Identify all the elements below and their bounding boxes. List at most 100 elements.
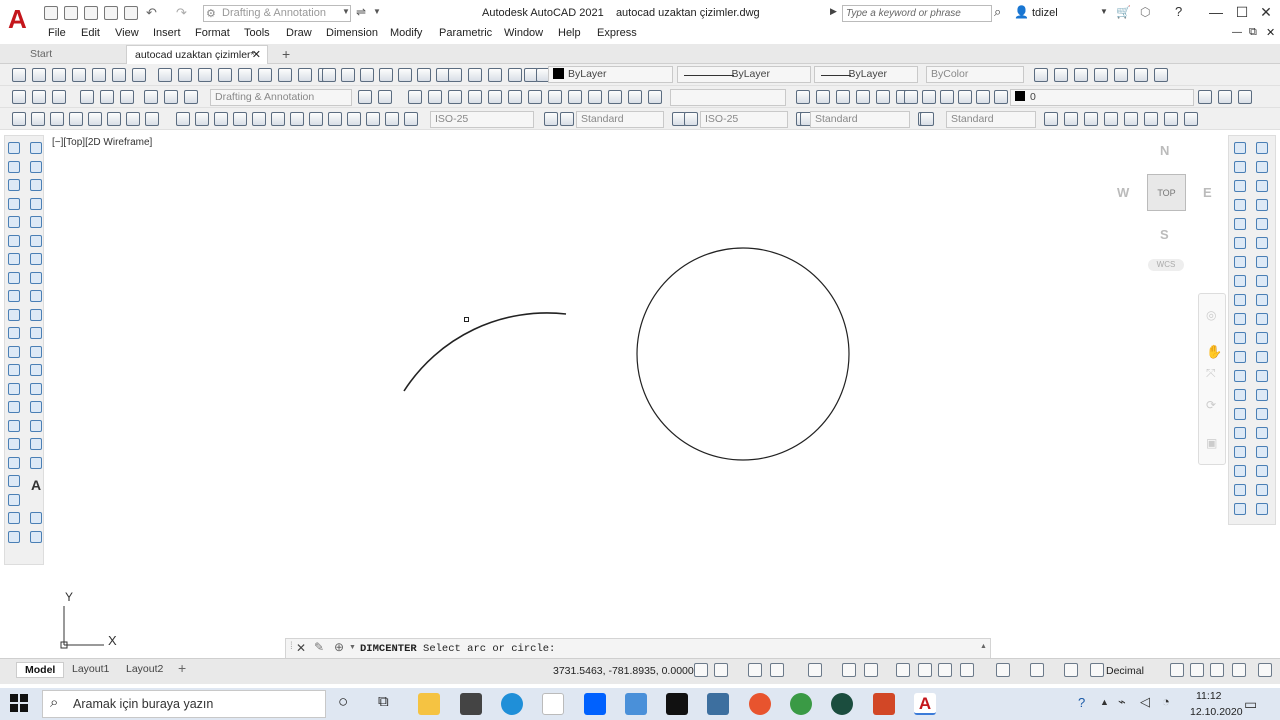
store-icon[interactable] bbox=[460, 693, 482, 715]
modify-tool-icon-1-11[interactable] bbox=[1256, 332, 1268, 344]
status-toggle-icon-15[interactable] bbox=[1090, 663, 1104, 677]
draw-tool-icon-0-2[interactable] bbox=[8, 160, 20, 173]
coordinates-readout[interactable]: 3731.5463, -781.8935, 0.0000 bbox=[553, 665, 694, 677]
draw-tool-icon-0-10[interactable] bbox=[8, 308, 20, 321]
steering-wheel-icon[interactable]: ◎ bbox=[1206, 308, 1216, 322]
draw-tool-icon-0-22[interactable] bbox=[8, 530, 20, 543]
viewcube-top-face[interactable]: TOP bbox=[1147, 174, 1186, 211]
draw-tool-icon-1-12[interactable] bbox=[30, 345, 42, 358]
viewcube[interactable]: N W E S TOP WCS bbox=[1110, 140, 1222, 275]
modify-tool-icon-0-14[interactable] bbox=[1234, 389, 1246, 401]
modify-tool-icon-0-2[interactable] bbox=[1234, 161, 1246, 173]
tab-layout2[interactable]: Layout2 bbox=[118, 662, 171, 676]
status-toggle-icon-2[interactable] bbox=[714, 663, 728, 677]
modify-tool-icon-0-16[interactable] bbox=[1234, 427, 1246, 439]
status-toggle-icon-10[interactable] bbox=[938, 663, 952, 677]
viewcube-east[interactable]: E bbox=[1203, 185, 1212, 200]
draw-tool-icon-0-1[interactable] bbox=[8, 142, 20, 154]
clock-date[interactable]: 12.10.2020 bbox=[1190, 706, 1243, 718]
wcs-menu[interactable]: WCS bbox=[1148, 259, 1184, 271]
draw-tool-icon-1-9[interactable] bbox=[30, 290, 42, 302]
volume-icon[interactable]: ◁ bbox=[1140, 694, 1150, 710]
close-command-icon[interactable]: ✕ bbox=[296, 641, 306, 655]
modify-tool-icon-1-20[interactable] bbox=[1256, 503, 1268, 515]
viewcube-west[interactable]: W bbox=[1117, 185, 1129, 200]
modify-tool-icon-0-6[interactable] bbox=[1234, 237, 1246, 249]
modify-tool-icon-0-8[interactable] bbox=[1234, 275, 1246, 287]
draw-tool-icon-0-8[interactable] bbox=[8, 271, 20, 284]
autocad-taskbar-icon[interactable]: A bbox=[914, 693, 936, 715]
draw-tool-icon-1-14[interactable] bbox=[30, 382, 42, 395]
draw-tool-icon-1-10[interactable] bbox=[30, 308, 42, 321]
command-history-icon[interactable]: ▲ bbox=[980, 643, 987, 650]
network-icon[interactable]: ⌁ bbox=[1118, 694, 1126, 710]
modify-tool-icon-1-2[interactable] bbox=[1256, 161, 1268, 173]
status-toggle-icon-9[interactable] bbox=[918, 663, 932, 677]
grip-handle-icon[interactable]: ⁞ bbox=[290, 641, 293, 652]
help-tray-icon[interactable]: ? bbox=[1078, 695, 1085, 710]
draw-tool-icon-0-12[interactable] bbox=[8, 345, 20, 358]
modify-tool-icon-1-10[interactable] bbox=[1256, 313, 1268, 325]
cortana-icon[interactable]: ○ bbox=[338, 692, 348, 712]
draw-tool-icon-0-9[interactable] bbox=[8, 290, 20, 302]
add-layout-icon[interactable]: + bbox=[178, 660, 186, 676]
modify-tool-icon-1-12[interactable] bbox=[1256, 351, 1268, 363]
orbit-icon[interactable]: ⟳ bbox=[1206, 398, 1216, 412]
draw-tool-icon-0-14[interactable] bbox=[8, 382, 20, 395]
clock-time[interactable]: 11:12 bbox=[1196, 690, 1222, 702]
pan-icon[interactable]: ✋ bbox=[1206, 344, 1222, 360]
modify-tool-icon-0-4[interactable] bbox=[1234, 199, 1246, 211]
status-toggle-icon-20[interactable] bbox=[1258, 663, 1272, 677]
firefox-icon[interactable] bbox=[749, 693, 771, 715]
units-select[interactable]: Decimal bbox=[1106, 665, 1144, 677]
recent-commands-dropdown-icon[interactable]: ▼ bbox=[349, 644, 356, 651]
chrome-icon[interactable] bbox=[790, 693, 812, 715]
file-explorer-icon[interactable] bbox=[418, 693, 440, 715]
circle-entity[interactable] bbox=[636, 247, 850, 461]
status-toggle-icon-18[interactable] bbox=[1210, 663, 1224, 677]
status-toggle-icon-4[interactable] bbox=[770, 663, 784, 677]
amazon-icon[interactable] bbox=[542, 693, 564, 715]
tab-model[interactable]: Model bbox=[16, 662, 65, 678]
modify-tool-icon-0-10[interactable] bbox=[1234, 313, 1246, 325]
dropbox-icon[interactable] bbox=[584, 693, 606, 715]
draw-tool-icon-1-15[interactable] bbox=[30, 401, 42, 413]
modify-tool-icon-1-6[interactable] bbox=[1256, 237, 1268, 249]
calculator-icon[interactable] bbox=[707, 693, 729, 715]
status-toggle-icon-12[interactable] bbox=[996, 663, 1010, 677]
modify-tool-icon-0-5[interactable] bbox=[1234, 218, 1246, 230]
modify-tool-icon-1-3[interactable] bbox=[1256, 180, 1268, 192]
status-toggle-icon-13[interactable] bbox=[1030, 663, 1044, 677]
task-view-icon[interactable]: ⧉ bbox=[378, 693, 389, 710]
draw-tool-icon-0-19[interactable] bbox=[8, 475, 20, 487]
modify-tool-icon-1-7[interactable] bbox=[1256, 256, 1268, 268]
showmotion-icon[interactable]: ▣ bbox=[1206, 436, 1217, 450]
modify-tool-icon-1-18[interactable] bbox=[1256, 465, 1268, 477]
draw-tool-icon-0-4[interactable] bbox=[8, 197, 20, 210]
draw-tool-icon-1-7[interactable] bbox=[30, 253, 42, 265]
wifi-icon[interactable]: ◔ bbox=[1162, 694, 1170, 709]
draw-tool-icon-1-2[interactable] bbox=[30, 160, 42, 173]
modify-tool-icon-1-16[interactable] bbox=[1256, 427, 1268, 439]
draw-tool-icon-0-5[interactable] bbox=[8, 216, 20, 228]
draw-tool-icon-1-18[interactable] bbox=[30, 456, 42, 469]
draw-tool-icon-0-17[interactable] bbox=[8, 438, 20, 450]
netflix-icon[interactable] bbox=[666, 693, 688, 715]
status-toggle-icon-3[interactable] bbox=[748, 663, 762, 677]
modify-tool-icon-1-19[interactable] bbox=[1256, 484, 1268, 496]
modify-tool-icon-0-9[interactable] bbox=[1234, 294, 1246, 306]
upwork-icon[interactable] bbox=[831, 693, 853, 715]
modify-tool-icon-0-1[interactable] bbox=[1234, 142, 1246, 154]
draw-tool-icon-0-16[interactable] bbox=[8, 419, 20, 432]
status-toggle-icon-1[interactable] bbox=[694, 663, 708, 677]
draw-tool-icon-1-17[interactable] bbox=[30, 438, 42, 450]
draw-tool-icon-1-8[interactable] bbox=[30, 271, 42, 284]
modify-tool-icon-1-1[interactable] bbox=[1256, 142, 1268, 154]
modify-tool-icon-0-20[interactable] bbox=[1234, 503, 1246, 515]
draw-tool-icon-1-13[interactable] bbox=[30, 364, 42, 376]
status-toggle-icon-6[interactable] bbox=[842, 663, 856, 677]
modify-tool-icon-0-15[interactable] bbox=[1234, 408, 1246, 420]
edge-icon[interactable] bbox=[501, 693, 523, 715]
draw-tool-icon-1-5[interactable] bbox=[30, 216, 42, 228]
modify-tool-icon-0-19[interactable] bbox=[1234, 484, 1246, 496]
